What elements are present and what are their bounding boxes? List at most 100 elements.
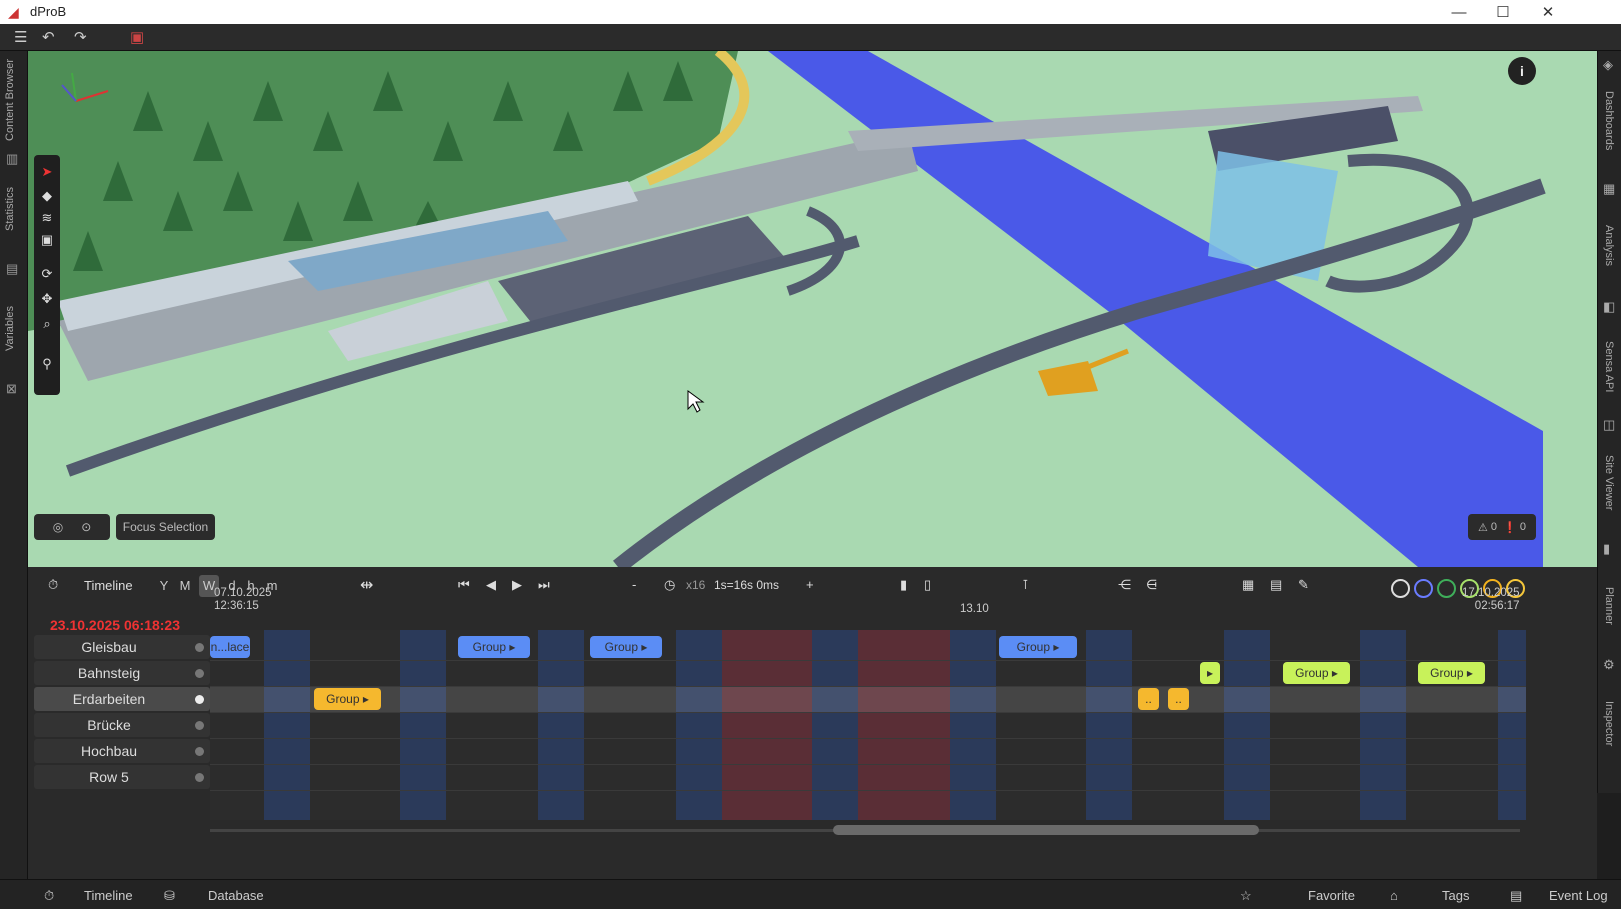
isolate-icon[interactable]: ⊙ <box>81 520 91 534</box>
row-label-row5[interactable]: Row 5 <box>34 765 210 789</box>
weekend-column <box>400 630 446 820</box>
calendar-add-icon[interactable]: ▤ <box>1270 577 1282 593</box>
tab-sensa-api[interactable]: Sensa API <box>1603 341 1615 392</box>
row-label-gleisbau[interactable]: Gleisbau <box>34 635 210 659</box>
step-back-icon[interactable]: ◀ <box>486 577 496 593</box>
task-chip[interactable]: Group ▸ <box>314 688 381 710</box>
tab-dashboards[interactable]: Dashboards <box>1603 91 1615 150</box>
planner-icon[interactable]: ▮ <box>1603 541 1610 557</box>
play-icon[interactable]: ▶ <box>512 577 522 593</box>
minimize-button[interactable]: — <box>1436 0 1482 24</box>
tab-timeline[interactable]: Timeline <box>84 888 133 903</box>
layer-single-icon[interactable]: ◆ <box>38 187 56 205</box>
color-filter-2[interactable] <box>1414 579 1433 598</box>
stopwatch-icon[interactable]: ⏱ <box>44 888 54 904</box>
close-button[interactable]: ✕ <box>1525 0 1571 24</box>
tab-statistics[interactable]: Statistics <box>4 187 16 231</box>
row-label-hochbau[interactable]: Hochbau <box>34 739 210 763</box>
save-icon[interactable]: ▣ <box>130 28 144 46</box>
scale-year[interactable]: Y <box>154 575 174 597</box>
tab-favorite[interactable]: Favorite <box>1308 888 1355 903</box>
tab-database[interactable]: Database <box>208 888 264 903</box>
redo-icon[interactable]: ↷ <box>74 28 87 46</box>
move-icon[interactable]: ✥ <box>38 290 56 308</box>
add-bookmark-icon[interactable]: ▯ <box>924 577 931 593</box>
speed-multiplier: x16 <box>686 578 706 592</box>
task-chip[interactable]: .. <box>1168 688 1189 710</box>
calendar-icon[interactable]: ▦ <box>1242 577 1254 593</box>
tab-inspector[interactable]: Inspector <box>1603 701 1615 746</box>
row-label-bahnsteig[interactable]: Bahnsteig <box>34 661 210 685</box>
menu-icon[interactable]: ☰ <box>14 28 27 46</box>
orbit-icon[interactable]: ⟳ <box>38 265 56 283</box>
marker-icon[interactable]: ⊺ <box>1022 577 1029 593</box>
task-chip[interactable]: Group ▸ <box>1283 662 1350 684</box>
range-start: 07.10.2025 12:36:15 <box>214 587 272 613</box>
library-icon[interactable]: ▥ <box>6 151 18 167</box>
chart-icon[interactable]: ▤ <box>6 261 18 277</box>
measure-icon[interactable]: ⚲ <box>38 355 56 373</box>
error-icon[interactable]: ❗ <box>1503 521 1517 534</box>
color-filter-3[interactable] <box>1437 579 1456 598</box>
row-toggle[interactable] <box>195 643 204 652</box>
warning-icon[interactable]: ⚠ <box>1478 521 1488 534</box>
scene-render[interactable] <box>28 51 1597 567</box>
star-icon[interactable]: ☆ <box>1240 888 1252 904</box>
task-chip[interactable]: Group ▸ <box>590 636 662 658</box>
task-chip[interactable]: .. <box>1138 688 1159 710</box>
fit-range-icon[interactable]: ⇹ <box>360 575 373 595</box>
analysis-icon[interactable]: ▦ <box>1603 181 1615 197</box>
color-filter-1[interactable] <box>1391 579 1410 598</box>
task-chip[interactable]: Group ▸ <box>999 636 1077 658</box>
tab-tags[interactable]: Tags <box>1442 888 1469 903</box>
focus-selection-button[interactable]: Focus Selection <box>116 514 215 540</box>
variable-icon[interactable]: ⊠ <box>6 381 17 397</box>
row-toggle[interactable] <box>195 747 204 756</box>
bookmark-icon[interactable]: ▮ <box>900 577 907 593</box>
scale-month[interactable]: M <box>175 575 195 597</box>
row-toggle[interactable] <box>195 721 204 730</box>
event-log-icon[interactable]: ▤ <box>1510 888 1522 904</box>
dashboard-icon[interactable]: ◈ <box>1603 57 1613 73</box>
row-name: Brücke <box>87 717 131 733</box>
tab-content-browser[interactable]: Content Browser <box>4 59 16 141</box>
speed-increase-button[interactable]: + <box>806 577 814 592</box>
row-toggle[interactable] <box>195 669 204 678</box>
row-label-erdarbeiten[interactable]: Erdarbeiten <box>34 687 210 711</box>
skip-end-icon[interactable]: ⏭ <box>538 577 550 593</box>
cube-icon[interactable]: ▣ <box>38 231 56 249</box>
site-viewer-icon[interactable]: ◫ <box>1603 417 1615 433</box>
task-chip[interactable]: Group ▸ <box>1418 662 1485 684</box>
3d-viewport[interactable]: ➤ ◆ ≋ ▣ ⟳ ✥ ⌕ ⚲ i ◎ ⊙ Focus Selection ⚠ … <box>28 51 1597 567</box>
api-icon[interactable]: ◧ <box>1603 299 1615 315</box>
select-pointer-icon[interactable]: ➤ <box>38 163 56 181</box>
share-icon[interactable]: ⋲ <box>1118 577 1131 593</box>
row-toggle[interactable] <box>195 773 204 782</box>
edit-icon[interactable]: ✎ <box>1298 577 1309 593</box>
row-label-bruecke[interactable]: Brücke <box>34 713 210 737</box>
horizontal-scrollbar-thumb[interactable] <box>833 825 1259 835</box>
share-alt-icon[interactable]: ⋳ <box>1146 577 1157 593</box>
hide-icon[interactable]: ◎ <box>53 520 63 534</box>
database-icon[interactable]: ⛁ <box>164 888 175 904</box>
zoom-icon[interactable]: ⌕ <box>38 315 56 333</box>
row-toggle[interactable] <box>195 695 204 704</box>
maximize-button[interactable]: ☐ <box>1480 0 1526 24</box>
task-chip[interactable]: n...lace <box>210 636 250 658</box>
tab-site-viewer[interactable]: Site Viewer <box>1603 455 1615 510</box>
tag-icon[interactable]: ⌂ <box>1390 888 1398 903</box>
tab-variables[interactable]: Variables <box>4 306 16 351</box>
skip-start-icon[interactable]: ⏮ <box>458 577 470 593</box>
speed-decrease-button[interactable]: - <box>632 577 636 592</box>
info-icon[interactable]: i <box>1508 57 1536 85</box>
task-chip[interactable]: Group ▸ <box>458 636 530 658</box>
row-divider <box>210 660 1526 661</box>
timeline-grid[interactable]: n...lace Group ▸ Group ▸ Group ▸ ▸ Group… <box>210 630 1526 820</box>
layers-icon[interactable]: ≋ <box>38 209 56 227</box>
task-chip[interactable]: ▸ <box>1200 662 1220 684</box>
inspector-icon[interactable]: ⚙ <box>1603 657 1615 673</box>
tab-event-log[interactable]: Event Log <box>1549 888 1608 903</box>
undo-icon[interactable]: ↶ <box>42 28 55 46</box>
tab-analysis[interactable]: Analysis <box>1603 225 1615 266</box>
tab-planner[interactable]: Planner <box>1603 587 1615 625</box>
